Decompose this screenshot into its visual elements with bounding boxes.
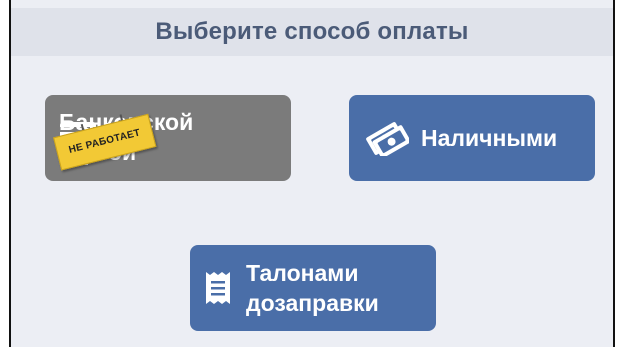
payment-screen: Выберите способ оплаты Банковской картой…: [0, 0, 617, 347]
cash-icon: [363, 120, 409, 156]
pay-by-coupons-label: Талонами дозаправки: [246, 260, 379, 316]
page-title: Выберите способ оплаты: [155, 18, 469, 45]
pay-by-cash-label: Наличными: [421, 125, 558, 151]
pay-by-cash-button[interactable]: Наличными: [349, 95, 595, 181]
receipt-icon: [204, 270, 232, 306]
pay-by-card-button[interactable]: Банковской картой НЕ РАБОТАЕТ: [45, 95, 291, 181]
pay-by-coupons-button[interactable]: Талонами дозаправки: [190, 245, 436, 331]
header-bar: Выберите способ оплаты: [11, 8, 613, 56]
payment-panel: Выберите способ оплаты Банковской картой…: [9, 0, 615, 347]
